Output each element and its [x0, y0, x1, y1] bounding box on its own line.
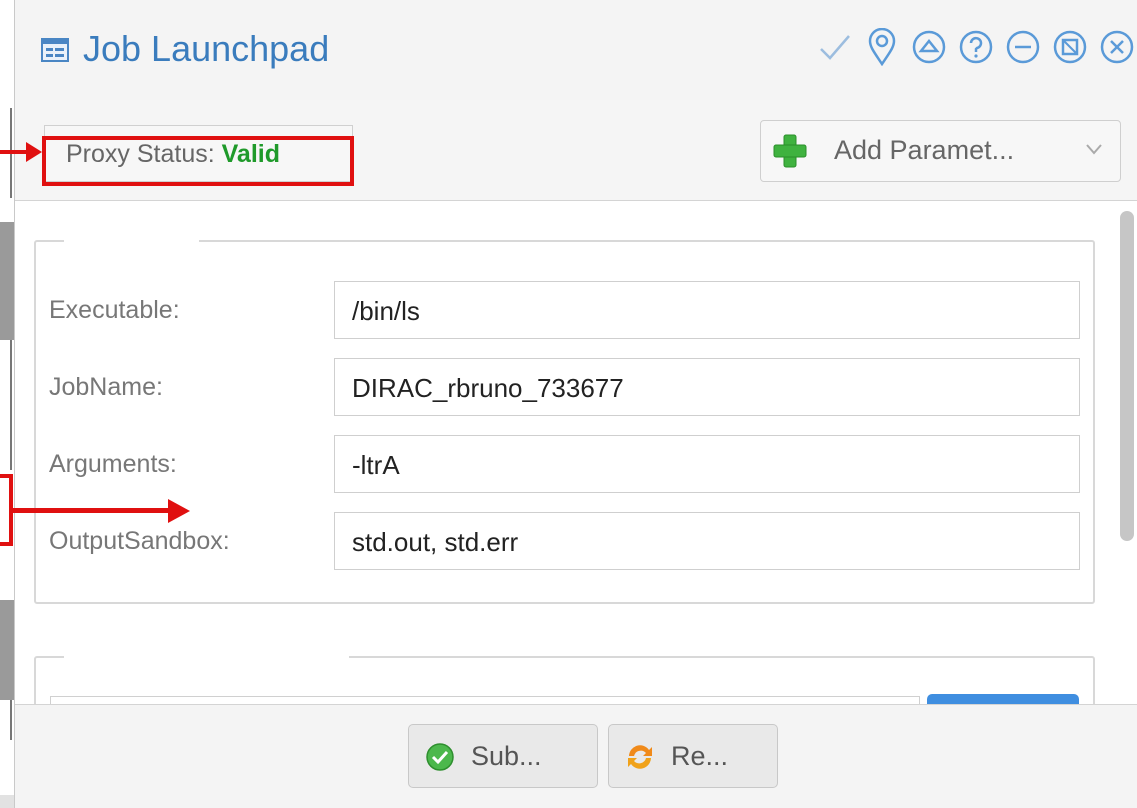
field-value: /bin/ls — [352, 296, 420, 326]
sandbox-file-input[interactable] — [50, 696, 920, 704]
add-parameter-button[interactable]: Add Paramet... — [760, 120, 1121, 182]
job-launchpad-window: Job Launchpad Proxy Status: Valid Add Pa… — [14, 0, 1137, 808]
field-label: Arguments: — [49, 450, 177, 478]
launchpad-footer: Sub... Re... — [15, 704, 1137, 808]
add-parameter-label: Add Paramet... — [834, 135, 1015, 165]
collapse-icon[interactable] — [911, 26, 947, 68]
pin-icon[interactable] — [864, 26, 900, 68]
field-label: JobName: — [49, 373, 163, 401]
annotation-arrow — [13, 508, 173, 513]
window-title: Job Launchpad — [83, 28, 330, 69]
form-row-arguments: Arguments: -ltrA — [36, 435, 1093, 495]
window-tools — [817, 26, 1135, 68]
field-value: DIRAC_rbruno_733677 — [352, 373, 624, 403]
form-row-jobname: JobName: DIRAC_rbruno_733677 — [36, 358, 1093, 418]
refresh-icon — [628, 745, 652, 769]
background-panel — [0, 222, 14, 340]
reset-label: Re... — [671, 741, 729, 771]
close-icon[interactable] — [1099, 26, 1135, 68]
background-panel-edge — [10, 700, 12, 740]
background-panel — [0, 600, 14, 700]
chevron-down-icon — [1086, 144, 1102, 155]
field-value: -ltrA — [352, 450, 400, 480]
vertical-scrollbar[interactable] — [1120, 211, 1134, 541]
field-value: std.out, std.err — [352, 527, 519, 557]
jobname-input[interactable]: DIRAC_rbruno_733677 — [334, 358, 1080, 416]
window-titlebar[interactable]: Job Launchpad — [15, 0, 1137, 101]
input-sandbox-fieldset — [34, 654, 1095, 704]
plus-icon — [773, 134, 807, 168]
form-row-outputsandbox: OutputSandbox: std.out, std.err — [36, 512, 1093, 572]
fieldset-legend — [64, 654, 349, 662]
annotation-arrowhead — [168, 499, 190, 523]
field-label: Executable: — [49, 296, 180, 324]
executable-input[interactable]: /bin/ls — [334, 281, 1080, 339]
minimize-icon[interactable] — [1005, 26, 1041, 68]
help-icon[interactable] — [958, 26, 994, 68]
annotation-highlight-box — [0, 474, 13, 546]
arguments-input[interactable]: -ltrA — [334, 435, 1080, 493]
fieldset-legend — [64, 238, 199, 246]
check-circle-icon — [426, 743, 454, 771]
submit-button[interactable]: Sub... — [408, 724, 598, 788]
form-icon — [41, 38, 69, 62]
restore-icon[interactable] — [1052, 26, 1088, 68]
launchpad-content: Executable: /bin/ls JobName: DIRAC_rbrun… — [15, 201, 1137, 704]
annotation-arrowhead — [26, 142, 42, 162]
reset-button[interactable]: Re... — [608, 724, 778, 788]
form-row-executable: Executable: /bin/ls — [36, 281, 1093, 341]
submit-label: Sub... — [471, 741, 542, 771]
job-parameters-fieldset: Executable: /bin/ls JobName: DIRAC_rbrun… — [34, 238, 1095, 604]
field-label: OutputSandbox: — [49, 527, 230, 555]
proxy-status-highlight — [42, 136, 354, 186]
outputsandbox-input[interactable]: std.out, std.err — [334, 512, 1080, 570]
check-icon[interactable] — [817, 26, 853, 68]
browse-button[interactable] — [927, 694, 1079, 704]
background-panel-edge — [10, 340, 12, 470]
